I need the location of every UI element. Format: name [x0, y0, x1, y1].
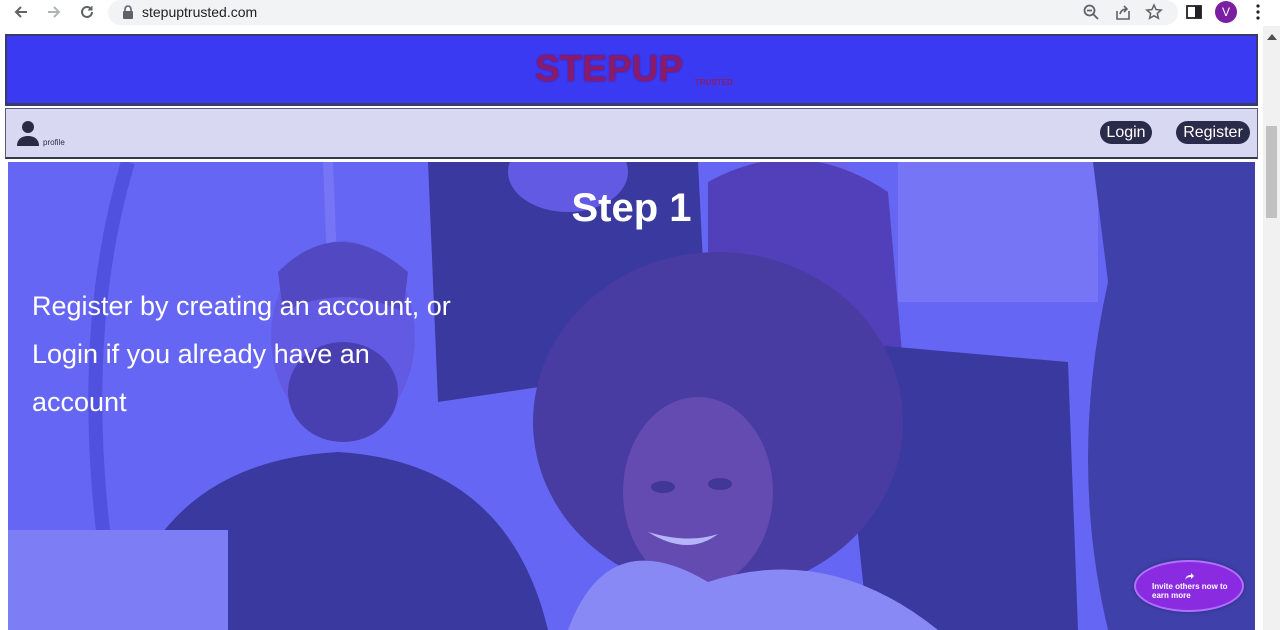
forward-icon — [48, 6, 61, 18]
login-button[interactable]: Login — [1100, 121, 1152, 144]
browser-toolbar: stepuptrusted.com V — [0, 0, 1280, 26]
scroll-up-icon[interactable] — [1267, 34, 1277, 40]
invite-label: Invite others now to earn more — [1152, 582, 1228, 600]
reload-icon — [81, 5, 93, 18]
share-arrow-icon — [1185, 573, 1194, 580]
reload-button[interactable] — [76, 1, 98, 23]
hero-title: Step 1 — [571, 186, 692, 230]
profile-label: profile — [43, 138, 65, 147]
url-text: stepuptrusted.com — [142, 4, 258, 20]
page-viewport: STEPUP TRUSTED profile Login Register St… — [0, 26, 1280, 630]
page-content: STEPUP TRUSTED profile Login Register St… — [5, 34, 1260, 630]
avatar[interactable]: V — [1215, 1, 1237, 23]
share-icon[interactable] — [1114, 3, 1132, 21]
profile-link[interactable]: profile — [16, 120, 76, 150]
logo-subtitle: TRUSTED — [695, 78, 733, 87]
back-icon — [14, 6, 27, 18]
hero-section: Step 1 Register by creating an account, … — [8, 162, 1255, 630]
lock-icon — [123, 5, 133, 19]
user-icon — [17, 121, 39, 146]
back-button[interactable] — [10, 1, 32, 23]
header-banner: STEPUP TRUSTED — [5, 34, 1258, 106]
address-bar[interactable]: stepuptrusted.com — [108, 0, 1178, 25]
nav-bar: profile Login Register — [5, 108, 1258, 159]
hero-description: Register by creating an account, or Logi… — [32, 291, 451, 417]
register-button[interactable]: Register — [1176, 121, 1250, 144]
scroll-thumb[interactable] — [1266, 126, 1277, 218]
invite-button[interactable]: Invite others now to earn more — [1134, 560, 1244, 612]
side-panel-icon[interactable] — [1185, 3, 1203, 21]
zoom-icon[interactable] — [1082, 3, 1100, 21]
logo[interactable]: STEPUP — [535, 48, 683, 90]
menu-icon[interactable] — [1250, 3, 1266, 21]
scrollbar[interactable] — [1263, 26, 1280, 630]
forward-button[interactable] — [43, 1, 65, 23]
star-icon[interactable] — [1145, 3, 1163, 21]
